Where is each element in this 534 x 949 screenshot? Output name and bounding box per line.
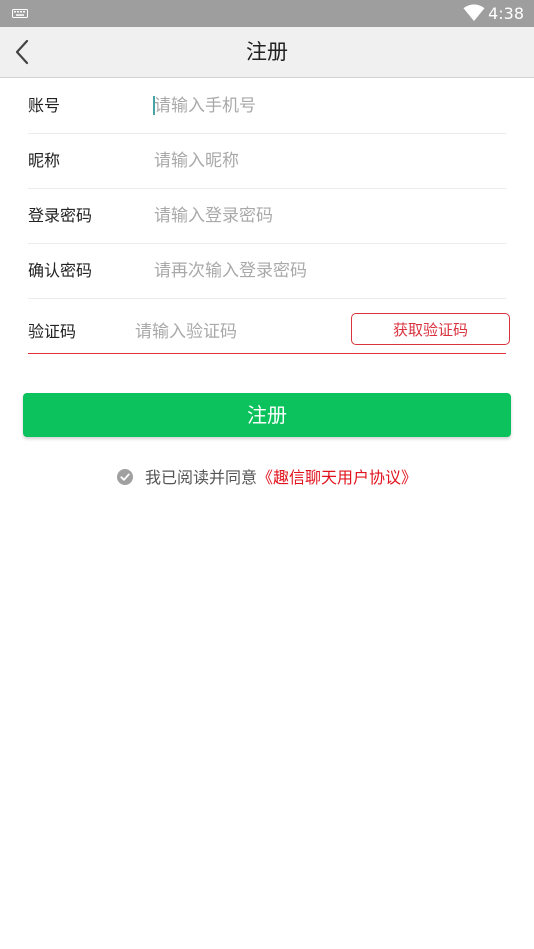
password-input[interactable] — [154, 188, 494, 243]
status-bar: 4:38 — [0, 0, 534, 27]
confirm-password-row: 确认密码 — [28, 243, 506, 299]
nav-bar: 注册 — [0, 27, 534, 78]
account-label: 账号 — [28, 96, 61, 115]
verify-code-row: 验证码 获取验证码 — [28, 303, 510, 361]
verify-code-input[interactable] — [135, 303, 345, 361]
register-button[interactable]: 注册 — [23, 393, 511, 437]
page-title: 注册 — [246, 40, 288, 64]
nickname-row: 昵称 — [28, 133, 506, 189]
agreement-row: 我已阅读并同意《趣信聊天用户协议》 — [0, 465, 534, 491]
text-cursor — [153, 96, 155, 115]
account-input[interactable] — [154, 78, 494, 133]
agreement-text: 我已阅读并同意 — [144, 468, 257, 487]
password-row: 登录密码 — [28, 188, 506, 244]
nickname-label: 昵称 — [28, 151, 61, 170]
status-time: 4:38 — [488, 4, 524, 23]
account-row: 账号 — [28, 78, 506, 134]
nickname-input[interactable] — [154, 133, 494, 188]
user-agreement-link[interactable]: 《趣信聊天用户协议》 — [257, 468, 417, 487]
wifi-icon — [463, 4, 485, 21]
password-label: 登录密码 — [28, 206, 93, 225]
keyboard-icon — [12, 9, 28, 18]
checkmark-circle-icon[interactable] — [116, 469, 133, 485]
confirm-password-label: 确认密码 — [28, 261, 93, 280]
confirm-password-input[interactable] — [154, 243, 494, 298]
verify-code-label: 验证码 — [28, 322, 77, 341]
get-code-button[interactable]: 获取验证码 — [351, 313, 510, 345]
